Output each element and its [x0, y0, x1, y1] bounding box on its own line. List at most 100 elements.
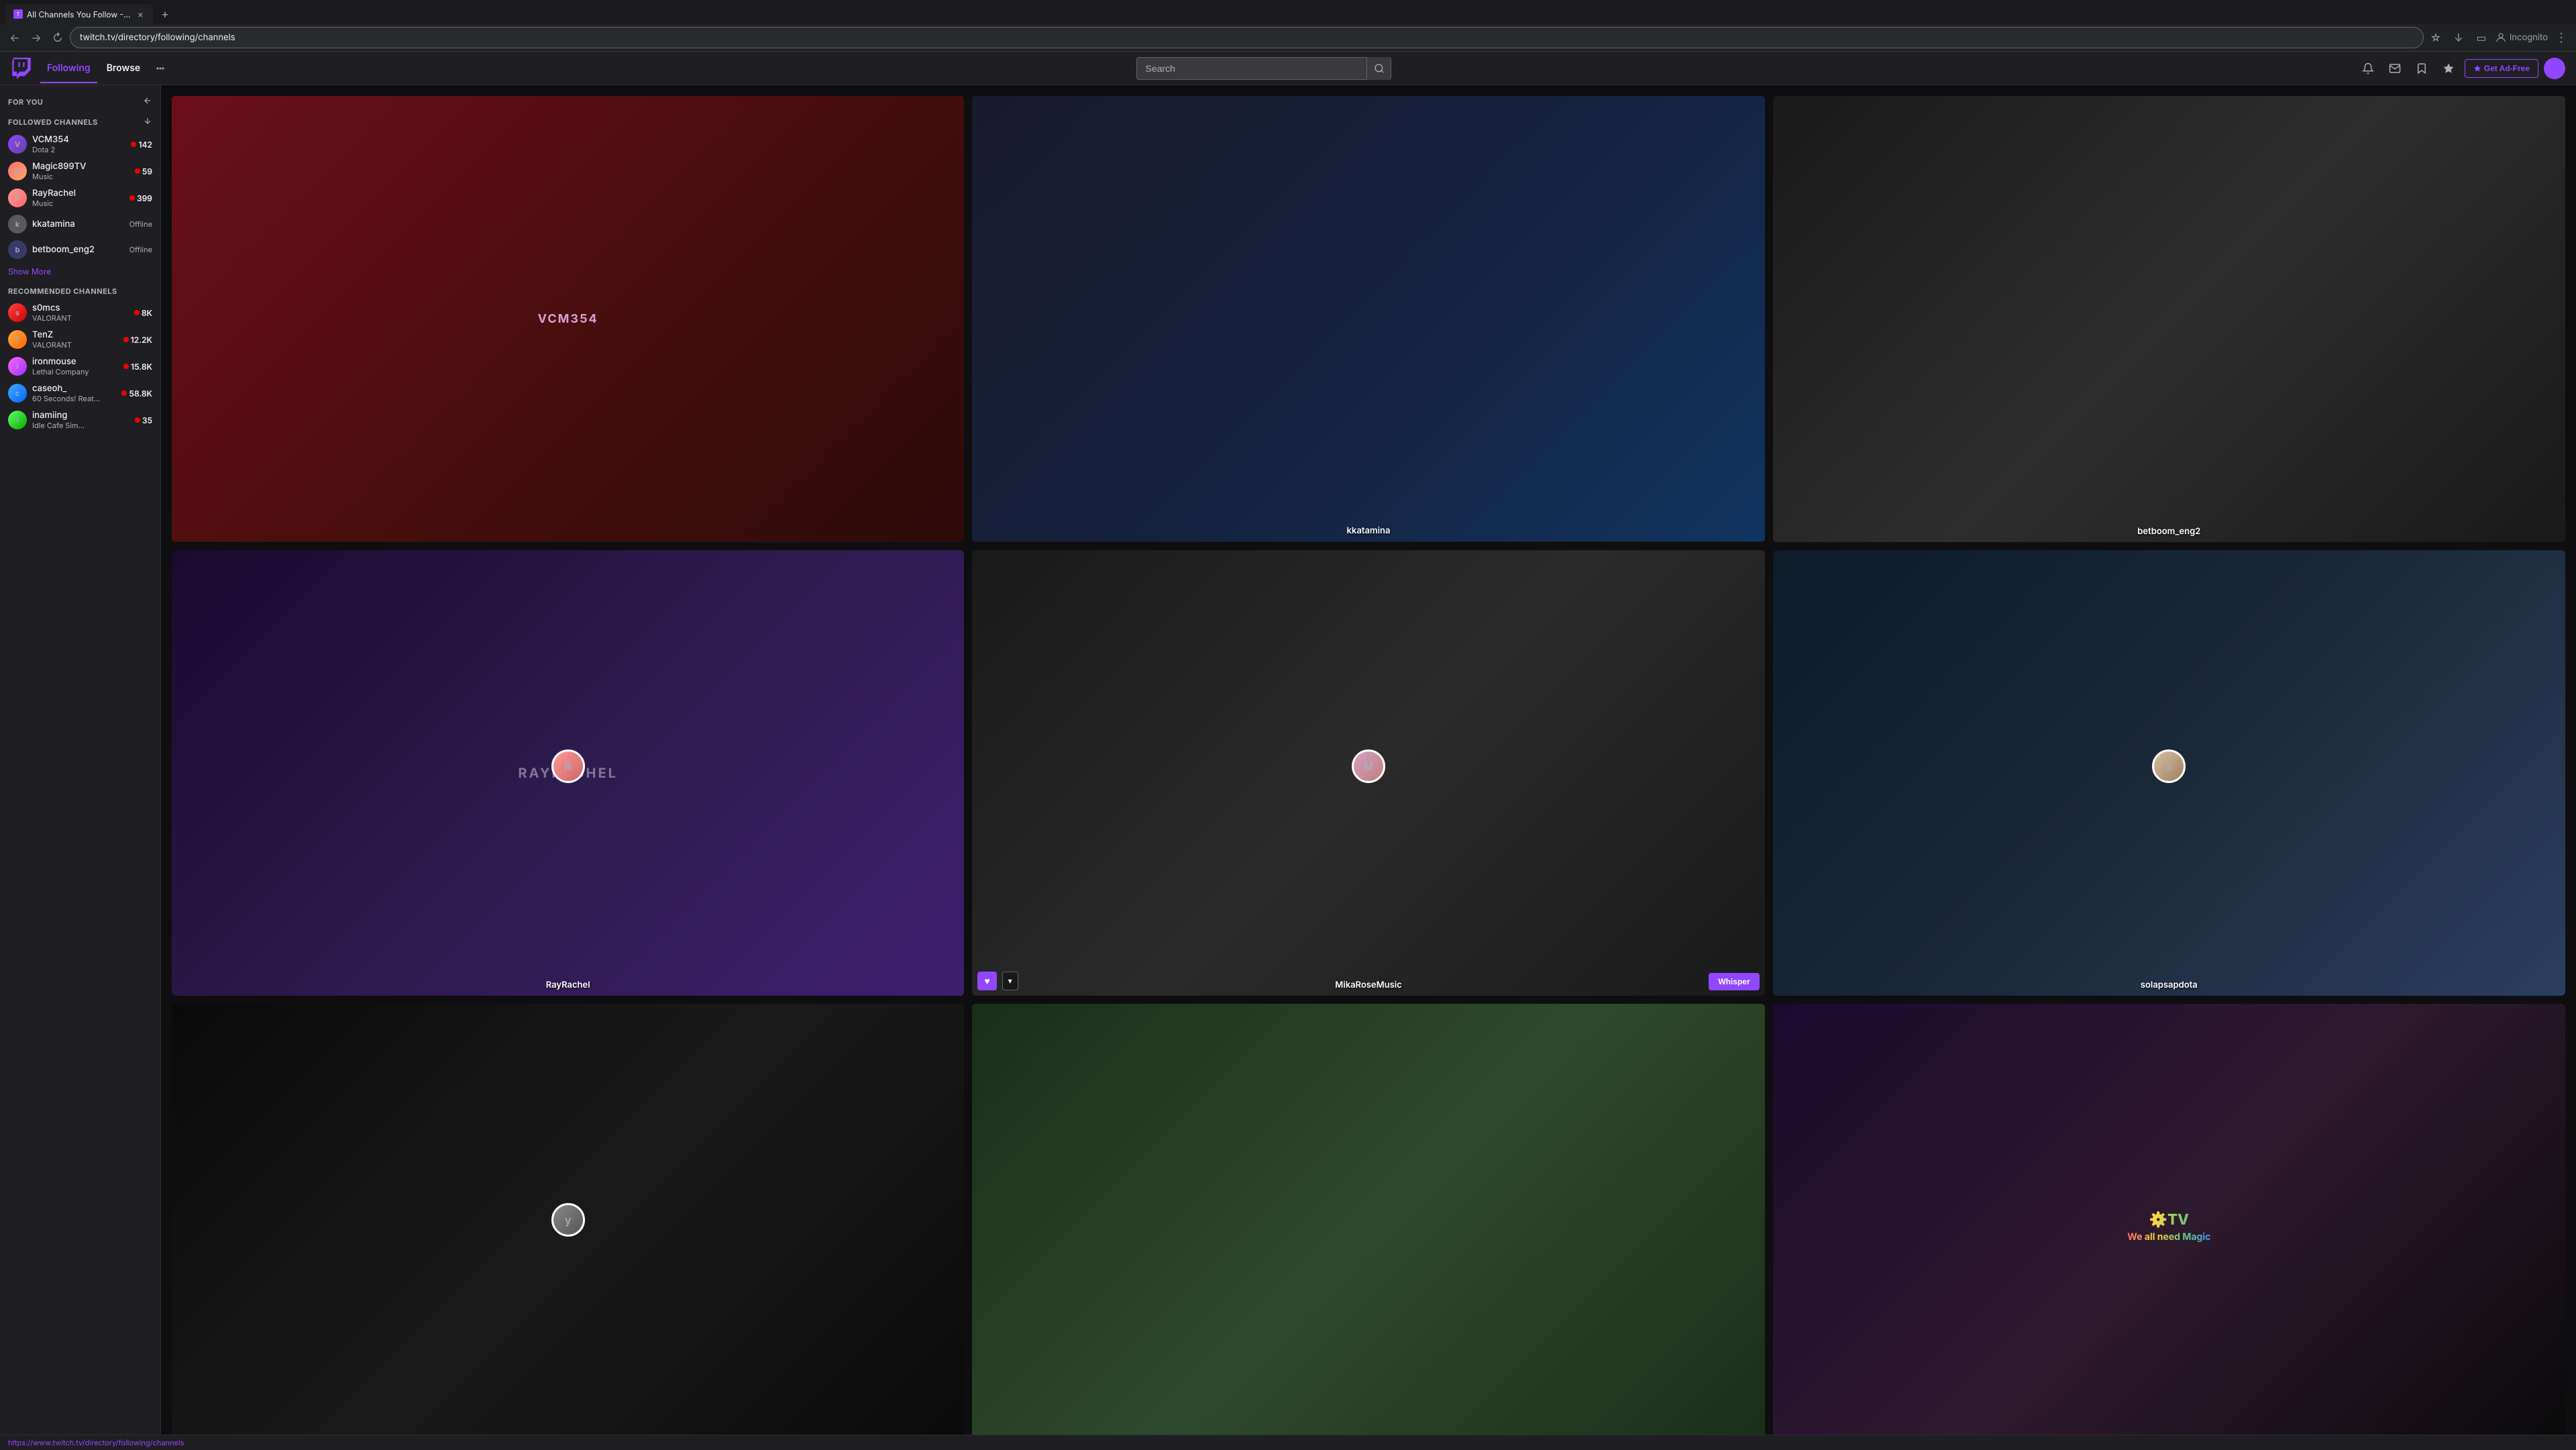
avatar-magic899tv: M — [8, 162, 27, 180]
sidebar-channel-ironmouse[interactable]: i ironmouse Lethal Company 15.8K — [0, 353, 160, 380]
channel-info-magic899tv: Magic899TV Music — [32, 161, 129, 181]
offline-betboom: Offline — [129, 245, 152, 254]
followed-channels-section: FOLLOWED CHANNELS — [0, 111, 160, 131]
mobile-view-button[interactable]: ▭ — [2472, 28, 2491, 47]
bookmark-button[interactable]: ☆ — [2426, 28, 2445, 47]
nav-browse[interactable]: Browse — [100, 58, 148, 78]
live-dot-magic899tv — [135, 168, 140, 174]
reload-button[interactable]: ↻ — [48, 28, 67, 47]
card-avatar-yowe: y — [551, 1203, 585, 1237]
recommended-channels-label: RECOMMENDED CHANNELS — [8, 287, 117, 296]
thumbnail-mikarosemusic: M MikaRoseMusic ♥ ▾ Whisper — [972, 550, 1764, 996]
address-bar[interactable]: twitch.tv/directory/following/channels — [70, 27, 2424, 48]
card-rayrachel[interactable]: RAYRACHEL R RayRachel — [172, 550, 964, 996]
sidebar-channel-kkatamina[interactable]: k kkatamina Offline — [0, 211, 160, 237]
viewers-rayrachel: 399 — [129, 193, 152, 203]
sidebar-channel-inamiing[interactable]: i inamiing Idle Cafe Sim... 35 — [0, 407, 160, 433]
sidebar-channel-betboom[interactable]: b betboom_eng2 Offline — [0, 237, 160, 262]
thumbnail-kkatamina: kkatamina — [972, 96, 1764, 541]
card-overlay-text-kkatamina: kkatamina — [972, 525, 1764, 536]
search-button[interactable] — [1366, 57, 1391, 80]
card-name-overlay-rayrachel: RayRachel — [172, 980, 964, 990]
offline-kkatamina: Offline — [129, 219, 152, 229]
card-kkatamina[interactable]: kkatamina — [972, 96, 1764, 542]
sidebar-channel-magic899tv[interactable]: M Magic899TV Music 59 — [0, 158, 160, 185]
magic-logo: ⚙️TV — [2127, 1211, 2210, 1229]
avatar-kkatamina: k — [8, 215, 27, 234]
get-ad-free-label: Get Ad-Free — [2484, 64, 2530, 73]
new-tab-button[interactable]: + — [156, 5, 174, 23]
followed-channels-label: FOLLOWED CHANNELS — [8, 117, 98, 127]
thumbnail-solapsapdota: S solapsapdota — [1773, 550, 2565, 996]
nav-following[interactable]: Following — [40, 58, 97, 78]
channel-info-s0mcs: s0mcs VALORANT — [32, 303, 129, 323]
card-name-overlay-solap: solapsapdota — [1773, 980, 2565, 990]
sidebar-channel-vcm354[interactable]: V VCM354 Dota 2 142 — [0, 131, 160, 158]
viewers-inamiing: 35 — [135, 415, 152, 425]
channel-info-ironmouse: ironmouse Lethal Company — [32, 356, 118, 376]
channel-info-caseoh: caseoh_ 60 Seconds! Reat... — [32, 383, 116, 403]
search-container — [171, 57, 2357, 80]
twitch-header: Following Browse — [0, 52, 2576, 85]
channel-name-s0mcs: s0mcs — [32, 303, 129, 313]
whisper-container-mikarose: Whisper — [1709, 973, 1759, 990]
thumbnail-betboom: betboom_eng2 — [1773, 96, 2565, 542]
user-avatar[interactable] — [2544, 58, 2565, 79]
channel-info-tenz: TenZ VALORANT — [32, 329, 118, 350]
whisper-button-mikarose[interactable]: Whisper — [1709, 973, 1759, 990]
viewers-tenz: 12.2K — [123, 335, 152, 345]
card-yowe[interactable]: y yowe — [172, 1004, 964, 1435]
sidebar-channel-caseoh[interactable]: c caseoh_ 60 Seconds! Reat... 58.8K — [0, 380, 160, 407]
tab-title: All Channels You Follow - Twitch... — [27, 9, 132, 19]
tab-close-button[interactable]: × — [136, 9, 145, 20]
forward-button[interactable]: → — [27, 28, 46, 47]
tab-favicon: T — [13, 9, 23, 19]
card-caedrel[interactable]: Caedrel — [972, 1004, 1764, 1435]
back-button[interactable]: ← — [5, 28, 24, 47]
premium-button[interactable] — [2438, 58, 2459, 79]
card-magic899tv[interactable]: ⚙️TV We all need Magic Magic899TV — [1773, 1004, 2565, 1435]
channel-info-betboom: betboom_eng2 — [32, 244, 124, 255]
notification-button[interactable] — [2357, 58, 2379, 79]
search-bar[interactable] — [1136, 57, 1391, 80]
browser-menu-button[interactable]: ⋮ — [2552, 28, 2571, 47]
card-solapsapdota[interactable]: S solapsapdota — [1773, 550, 2565, 996]
dropdown-button-mikarose[interactable]: ▾ — [1002, 972, 1018, 990]
viewers-ironmouse: 15.8K — [123, 362, 152, 372]
sidebar: For You FOLLOWED CHANNELS V VCM354 Dota … — [0, 85, 161, 1435]
card-betboom[interactable]: betboom_eng2 — [1773, 96, 2565, 542]
get-ad-free-button[interactable]: Get Ad-Free — [2465, 59, 2538, 78]
live-dot-caseoh — [121, 391, 127, 396]
sidebar-channel-s0mcs[interactable]: s s0mcs VALORANT 8K — [0, 299, 160, 326]
sort-icon[interactable] — [143, 116, 152, 128]
card-avatar-mikarose: M — [1352, 749, 1385, 783]
show-more-button[interactable]: Show More — [0, 262, 160, 280]
download-button[interactable]: ↓ — [2449, 28, 2468, 47]
for-you-icon[interactable] — [143, 96, 152, 108]
twitch-logo — [11, 58, 32, 79]
active-tab[interactable]: T All Channels You Follow - Twitch... × — [5, 4, 153, 24]
channel-game-inamiing: Idle Cafe Sim... — [32, 421, 129, 430]
card-name-overlay-mikarose: MikaRoseMusic — [972, 980, 1764, 990]
viewers-vcm354: 142 — [131, 140, 152, 150]
live-dot-inamiing — [135, 417, 140, 423]
live-dot-rayrachel — [129, 195, 135, 201]
search-input[interactable] — [1137, 63, 1366, 74]
card-mikarosemusic[interactable]: M MikaRoseMusic ♥ ▾ Whisper — [972, 550, 1764, 996]
saved-button[interactable] — [2411, 58, 2432, 79]
sidebar-channel-rayrachel[interactable]: R RayRachel Music 399 — [0, 185, 160, 211]
avatar-s0mcs: s — [8, 303, 27, 322]
thumbnail-rayrachel: RAYRACHEL R RayRachel — [172, 550, 964, 996]
heart-button-mikarose[interactable]: ♥ — [977, 972, 996, 990]
sidebar-channel-tenz[interactable]: T TenZ VALORANT 12.2K — [0, 326, 160, 353]
mail-button[interactable] — [2384, 58, 2406, 79]
nav-more-button[interactable] — [150, 58, 171, 79]
card-vcm354[interactable]: VCM354 — [172, 96, 964, 542]
status-url: https://www.twitch.tv/directory/followin… — [8, 1438, 184, 1447]
main-layout: For You FOLLOWED CHANNELS V VCM354 Dota … — [0, 85, 2576, 1435]
browser-tabs: T All Channels You Follow - Twitch... × … — [0, 0, 2576, 24]
channel-game-tenz: VALORANT — [32, 340, 118, 350]
avatar-rayrachel: R — [8, 189, 27, 207]
viewers-caseoh: 58.8K — [121, 389, 152, 399]
channel-info-rayrachel: RayRachel Music — [32, 188, 124, 208]
